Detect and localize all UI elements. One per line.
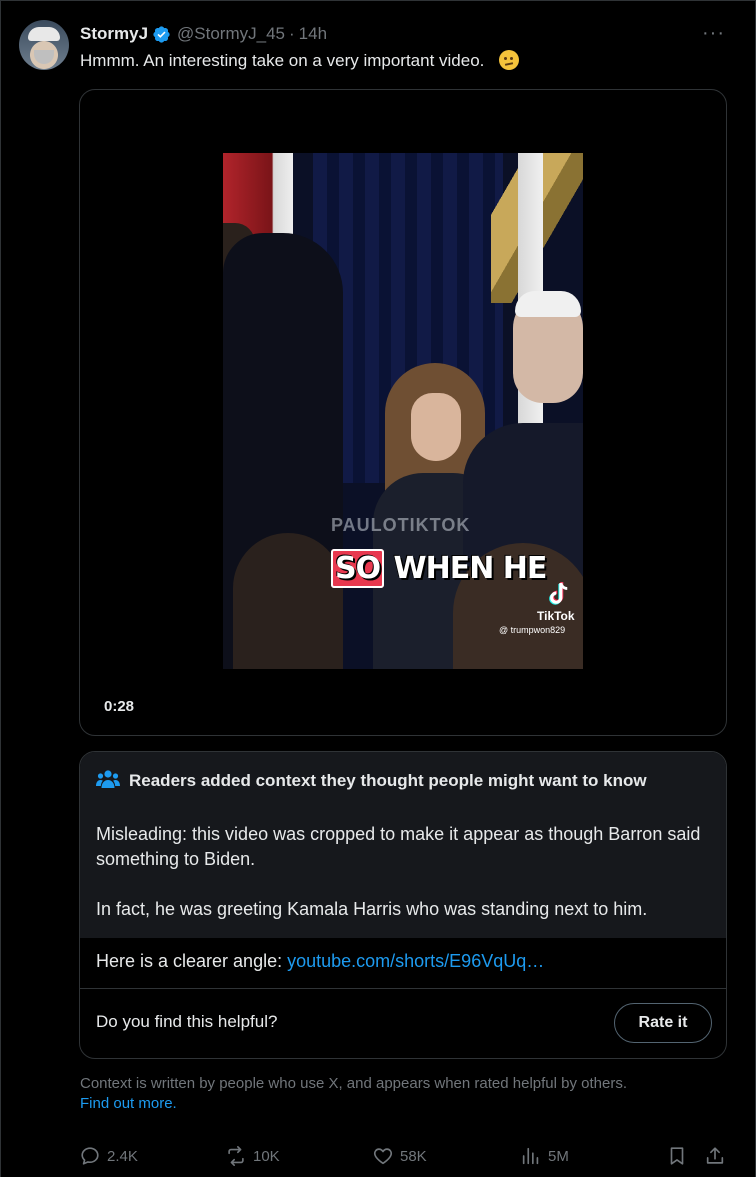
reply-icon [81,1147,99,1165]
find-out-more-link[interactable]: Find out more. [80,1095,177,1112]
thinking-face-emoji-icon [499,50,520,70]
tweet-header: StormyJ @StormyJ_45 · 14h [80,23,327,45]
tweet-text-content: Hmmm. An interesting take on a very impo… [80,51,485,70]
repost-icon [228,1146,244,1166]
community-note-source: Here is a clearer angle: youtube.com/sho… [80,938,726,988]
like-count: 58K [400,1147,427,1165]
repost-button[interactable]: 10K [225,1145,280,1167]
more-options-icon[interactable]: ··· [702,23,725,43]
heart-icon [373,1148,393,1165]
avatar[interactable] [19,20,69,70]
bookmark-icon [670,1147,684,1165]
video-thumbnail[interactable]: PAULOTIKTOK SO WHEN HE TikTok @ trumpwon… [223,153,583,669]
community-note-paragraph-1: Misleading: this video was cropped to ma… [96,824,701,869]
video-duration: 0:28 [104,698,135,715]
bookmark-button[interactable] [666,1145,694,1167]
reply-button[interactable]: 2.4K [79,1145,138,1167]
video-scene-crowd-left [233,533,343,669]
rate-it-button[interactable]: Rate it [614,1003,712,1043]
community-note: Readers added context they thought peopl… [79,751,727,1059]
author-name[interactable]: StormyJ [80,24,148,44]
separator-dot: · [289,24,295,43]
community-note-divider [80,988,726,989]
community-note-title: Readers added context they thought peopl… [129,771,647,790]
tweet-timestamp[interactable]: 14h [299,24,327,44]
video-scene-woman-face [411,393,461,461]
tiktok-label: TikTok [537,609,575,623]
share-icon [706,1147,724,1164]
video-caption: SO WHEN HE [331,549,548,588]
community-note-source-link[interactable]: youtube.com/shorts/E96VqUq… [287,951,544,971]
avatar-cap [28,27,60,41]
community-note-body: Misleading: this video was cropped to ma… [80,808,726,938]
video-player[interactable]: PAULOTIKTOK SO WHEN HE TikTok @ trumpwon… [79,89,727,736]
community-note-header[interactable]: Readers added context they thought peopl… [80,752,726,808]
avatar-beard [34,50,54,64]
context-footer: Context is written by people who use X, … [80,1074,710,1114]
reply-count: 2.4K [107,1147,138,1165]
repost-count: 10K [253,1147,280,1165]
tweet[interactable]: StormyJ @StormyJ_45 · 14h ··· Hmmm. An i… [0,0,756,1177]
community-note-angle: Here is a clearer angle: youtube.com/sho… [96,949,544,974]
helpful-question: Do you find this helpful? [96,1012,278,1031]
like-button[interactable]: 58K [372,1145,427,1167]
video-watermark: PAULOTIKTOK [331,515,471,535]
tweet-text: Hmmm. An interesting take on a very impo… [80,50,520,71]
tiktok-logo-icon [549,582,568,605]
community-note-paragraph-2: In fact, he was greeting Kamala Harris w… [96,899,648,919]
people-icon [96,770,120,788]
tiktok-username: @ trumpwon829 [499,625,566,635]
tweet-actions: 2.4K 10K 58K 5M [79,1145,729,1169]
views-count: 5M [548,1147,569,1165]
verified-badge-icon [153,25,170,43]
context-footer-text: Context is written by people who use X, … [80,1075,627,1092]
share-button[interactable] [704,1145,732,1167]
community-note-angle-prefix: Here is a clearer angle: [96,951,288,971]
author-handle[interactable]: @StormyJ_45 [177,24,285,44]
video-caption-highlight: SO [331,549,385,588]
video-scene-man-right-hair [515,291,581,317]
video-caption-rest: WHEN HE [384,551,548,586]
views-icon [522,1147,539,1165]
views-button[interactable]: 5M [520,1145,569,1167]
